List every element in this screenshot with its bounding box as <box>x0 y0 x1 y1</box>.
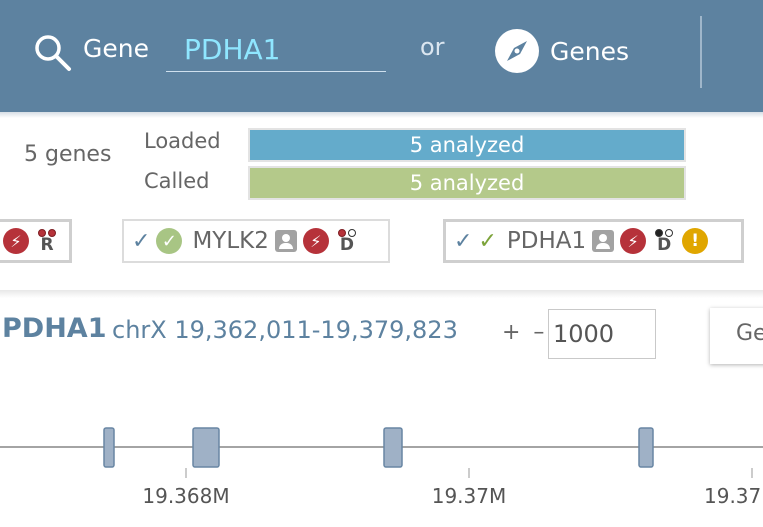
axis-tick-label: 19.368M <box>142 484 229 508</box>
gene-chip-pdha1[interactable]: ✓ ✓ PDHA1 ⚡ D ! <box>443 219 744 263</box>
region-gene-name: PDHA1 <box>2 313 107 344</box>
axis-tick-label: 19.37M <box>432 484 507 508</box>
green-checkmark-icon: ✓ <box>478 228 497 254</box>
phenotype-person-icon <box>274 230 297 252</box>
exon[interactable] <box>103 427 115 468</box>
gene-chip-name: MYLK2 <box>192 228 269 254</box>
gene-chip-mylk2[interactable]: ✓ ✓ MYLK2 ⚡ D <box>122 219 390 263</box>
exon[interactable] <box>192 427 220 468</box>
high-impact-icon: ⚡ <box>302 228 329 254</box>
gene-chip-name: PDHA1 <box>506 228 587 254</box>
checkmark-icon: ✓ <box>454 228 473 254</box>
axis-tick-label: 19.37 <box>704 484 761 508</box>
region-coordinates: chrX 19,362,011-19,379,823 <box>112 316 458 344</box>
loaded-label: Loaded <box>144 129 221 153</box>
checkmark-icon: ✓ <box>132 228 151 254</box>
compass-icon <box>495 29 539 73</box>
genes-count: 5 genes <box>24 142 112 167</box>
gene-chip-partial[interactable]: ⚡ R <box>0 219 72 263</box>
inheritance-letter: R <box>40 235 54 255</box>
exon[interactable] <box>383 427 403 468</box>
genes-button[interactable]: Genes <box>494 26 629 76</box>
flank-plus-minus: + – <box>502 320 548 345</box>
or-label: or <box>420 33 445 61</box>
loaded-progress-bar[interactable]: 5 analyzed <box>248 128 686 162</box>
section-divider <box>0 290 763 298</box>
high-impact-icon: ⚡ <box>3 228 29 254</box>
recessive-inheritance-icon: R <box>35 229 59 255</box>
search-icon[interactable] <box>33 33 73 73</box>
go-button[interactable]: Ge <box>710 308 763 364</box>
check-circle-icon: ✓ <box>156 228 183 254</box>
genes-button-label: Genes <box>550 36 630 66</box>
top-search-bar: Gene or Genes <box>0 0 763 112</box>
gene-label: Gene <box>83 34 149 63</box>
warning-icon: ! <box>682 228 709 254</box>
exon[interactable] <box>638 427 654 468</box>
inheritance-letter: D <box>339 235 354 255</box>
inheritance-letter: D <box>657 235 672 255</box>
called-label: Called <box>144 169 210 193</box>
header-shadow <box>0 112 763 118</box>
flank-input[interactable] <box>548 309 656 359</box>
dominant-inheritance-icon: D <box>652 229 676 255</box>
called-progress-bar[interactable]: 5 analyzed <box>248 166 686 200</box>
gene-search-input[interactable] <box>166 28 386 72</box>
header-divider <box>700 16 702 88</box>
transcript-track: 19.368M 19.37M 19.37 <box>0 427 763 508</box>
dominant-inheritance-icon: D <box>335 229 359 255</box>
high-impact-icon: ⚡ <box>620 228 647 254</box>
phenotype-person-icon <box>592 230 615 252</box>
